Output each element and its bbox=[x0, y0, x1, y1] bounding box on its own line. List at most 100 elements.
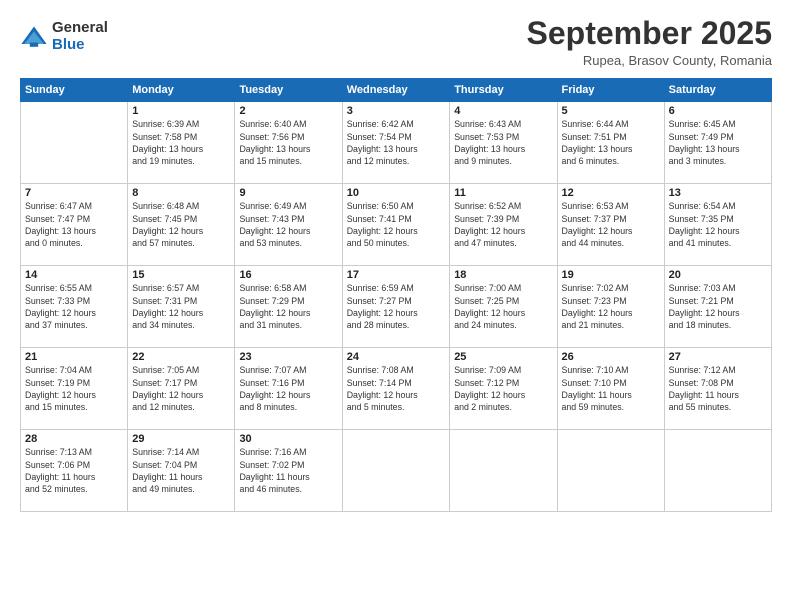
day-detail: Sunrise: 6:47 AM Sunset: 7:47 PM Dayligh… bbox=[25, 200, 123, 249]
day-number: 13 bbox=[669, 187, 767, 199]
header-row: Sunday Monday Tuesday Wednesday Thursday… bbox=[21, 79, 772, 102]
calendar-cell: 29Sunrise: 7:14 AM Sunset: 7:04 PM Dayli… bbox=[128, 430, 235, 512]
day-number: 23 bbox=[239, 351, 337, 363]
col-monday: Monday bbox=[128, 79, 235, 102]
day-number: 26 bbox=[562, 351, 660, 363]
month-title: September 2025 bbox=[527, 16, 772, 51]
day-number: 29 bbox=[132, 433, 230, 445]
day-detail: Sunrise: 6:44 AM Sunset: 7:51 PM Dayligh… bbox=[562, 118, 660, 167]
logo-icon bbox=[20, 23, 48, 51]
calendar-cell: 28Sunrise: 7:13 AM Sunset: 7:06 PM Dayli… bbox=[21, 430, 128, 512]
day-detail: Sunrise: 7:12 AM Sunset: 7:08 PM Dayligh… bbox=[669, 364, 767, 413]
day-number: 8 bbox=[132, 187, 230, 199]
calendar-cell: 5Sunrise: 6:44 AM Sunset: 7:51 PM Daylig… bbox=[557, 102, 664, 184]
day-number: 4 bbox=[454, 105, 552, 117]
day-number: 22 bbox=[132, 351, 230, 363]
logo: General Blue bbox=[20, 20, 108, 53]
day-detail: Sunrise: 7:10 AM Sunset: 7:10 PM Dayligh… bbox=[562, 364, 660, 413]
day-number: 9 bbox=[239, 187, 337, 199]
page-container: General Blue September 2025 Rupea, Braso… bbox=[0, 0, 792, 522]
day-detail: Sunrise: 6:45 AM Sunset: 7:49 PM Dayligh… bbox=[669, 118, 767, 167]
day-detail: Sunrise: 7:07 AM Sunset: 7:16 PM Dayligh… bbox=[239, 364, 337, 413]
calendar-cell: 6Sunrise: 6:45 AM Sunset: 7:49 PM Daylig… bbox=[664, 102, 771, 184]
day-detail: Sunrise: 7:08 AM Sunset: 7:14 PM Dayligh… bbox=[347, 364, 445, 413]
day-number: 16 bbox=[239, 269, 337, 281]
calendar-week-1: 7Sunrise: 6:47 AM Sunset: 7:47 PM Daylig… bbox=[21, 184, 772, 266]
day-detail: Sunrise: 7:03 AM Sunset: 7:21 PM Dayligh… bbox=[669, 282, 767, 331]
calendar-cell: 3Sunrise: 6:42 AM Sunset: 7:54 PM Daylig… bbox=[342, 102, 449, 184]
col-thursday: Thursday bbox=[450, 79, 557, 102]
day-detail: Sunrise: 6:57 AM Sunset: 7:31 PM Dayligh… bbox=[132, 282, 230, 331]
day-detail: Sunrise: 6:40 AM Sunset: 7:56 PM Dayligh… bbox=[239, 118, 337, 167]
day-number: 20 bbox=[669, 269, 767, 281]
calendar-cell: 21Sunrise: 7:04 AM Sunset: 7:19 PM Dayli… bbox=[21, 348, 128, 430]
day-number: 11 bbox=[454, 187, 552, 199]
day-detail: Sunrise: 6:55 AM Sunset: 7:33 PM Dayligh… bbox=[25, 282, 123, 331]
day-detail: Sunrise: 7:14 AM Sunset: 7:04 PM Dayligh… bbox=[132, 446, 230, 495]
day-detail: Sunrise: 6:42 AM Sunset: 7:54 PM Dayligh… bbox=[347, 118, 445, 167]
logo-general-text: General bbox=[52, 20, 108, 37]
col-tuesday: Tuesday bbox=[235, 79, 342, 102]
calendar-week-4: 28Sunrise: 7:13 AM Sunset: 7:06 PM Dayli… bbox=[21, 430, 772, 512]
day-detail: Sunrise: 6:59 AM Sunset: 7:27 PM Dayligh… bbox=[347, 282, 445, 331]
col-sunday: Sunday bbox=[21, 79, 128, 102]
calendar-cell: 17Sunrise: 6:59 AM Sunset: 7:27 PM Dayli… bbox=[342, 266, 449, 348]
calendar-cell: 13Sunrise: 6:54 AM Sunset: 7:35 PM Dayli… bbox=[664, 184, 771, 266]
day-number: 6 bbox=[669, 105, 767, 117]
day-detail: Sunrise: 7:02 AM Sunset: 7:23 PM Dayligh… bbox=[562, 282, 660, 331]
calendar-cell: 23Sunrise: 7:07 AM Sunset: 7:16 PM Dayli… bbox=[235, 348, 342, 430]
calendar-cell: 12Sunrise: 6:53 AM Sunset: 7:37 PM Dayli… bbox=[557, 184, 664, 266]
day-number: 25 bbox=[454, 351, 552, 363]
logo-text: General Blue bbox=[52, 20, 108, 53]
day-detail: Sunrise: 6:52 AM Sunset: 7:39 PM Dayligh… bbox=[454, 200, 552, 249]
day-detail: Sunrise: 6:43 AM Sunset: 7:53 PM Dayligh… bbox=[454, 118, 552, 167]
day-number: 28 bbox=[25, 433, 123, 445]
calendar-cell: 27Sunrise: 7:12 AM Sunset: 7:08 PM Dayli… bbox=[664, 348, 771, 430]
day-detail: Sunrise: 7:16 AM Sunset: 7:02 PM Dayligh… bbox=[239, 446, 337, 495]
calendar-cell bbox=[557, 430, 664, 512]
calendar-week-0: 1Sunrise: 6:39 AM Sunset: 7:58 PM Daylig… bbox=[21, 102, 772, 184]
calendar-cell: 8Sunrise: 6:48 AM Sunset: 7:45 PM Daylig… bbox=[128, 184, 235, 266]
day-detail: Sunrise: 7:00 AM Sunset: 7:25 PM Dayligh… bbox=[454, 282, 552, 331]
calendar-cell: 9Sunrise: 6:49 AM Sunset: 7:43 PM Daylig… bbox=[235, 184, 342, 266]
calendar-cell: 20Sunrise: 7:03 AM Sunset: 7:21 PM Dayli… bbox=[664, 266, 771, 348]
calendar-cell: 22Sunrise: 7:05 AM Sunset: 7:17 PM Dayli… bbox=[128, 348, 235, 430]
day-number: 19 bbox=[562, 269, 660, 281]
title-block: September 2025 Rupea, Brasov County, Rom… bbox=[527, 16, 772, 68]
calendar-cell: 25Sunrise: 7:09 AM Sunset: 7:12 PM Dayli… bbox=[450, 348, 557, 430]
day-detail: Sunrise: 6:54 AM Sunset: 7:35 PM Dayligh… bbox=[669, 200, 767, 249]
day-number: 7 bbox=[25, 187, 123, 199]
calendar-cell: 11Sunrise: 6:52 AM Sunset: 7:39 PM Dayli… bbox=[450, 184, 557, 266]
calendar-week-3: 21Sunrise: 7:04 AM Sunset: 7:19 PM Dayli… bbox=[21, 348, 772, 430]
day-detail: Sunrise: 7:05 AM Sunset: 7:17 PM Dayligh… bbox=[132, 364, 230, 413]
calendar-body: 1Sunrise: 6:39 AM Sunset: 7:58 PM Daylig… bbox=[21, 102, 772, 512]
calendar-cell: 16Sunrise: 6:58 AM Sunset: 7:29 PM Dayli… bbox=[235, 266, 342, 348]
calendar-cell: 7Sunrise: 6:47 AM Sunset: 7:47 PM Daylig… bbox=[21, 184, 128, 266]
day-number: 15 bbox=[132, 269, 230, 281]
day-detail: Sunrise: 6:53 AM Sunset: 7:37 PM Dayligh… bbox=[562, 200, 660, 249]
day-number: 5 bbox=[562, 105, 660, 117]
calendar-cell bbox=[664, 430, 771, 512]
day-number: 21 bbox=[25, 351, 123, 363]
calendar-cell: 30Sunrise: 7:16 AM Sunset: 7:02 PM Dayli… bbox=[235, 430, 342, 512]
day-number: 24 bbox=[347, 351, 445, 363]
calendar-cell: 14Sunrise: 6:55 AM Sunset: 7:33 PM Dayli… bbox=[21, 266, 128, 348]
calendar-cell: 26Sunrise: 7:10 AM Sunset: 7:10 PM Dayli… bbox=[557, 348, 664, 430]
day-detail: Sunrise: 6:50 AM Sunset: 7:41 PM Dayligh… bbox=[347, 200, 445, 249]
day-detail: Sunrise: 6:48 AM Sunset: 7:45 PM Dayligh… bbox=[132, 200, 230, 249]
day-number: 3 bbox=[347, 105, 445, 117]
day-number: 2 bbox=[239, 105, 337, 117]
calendar-cell: 24Sunrise: 7:08 AM Sunset: 7:14 PM Dayli… bbox=[342, 348, 449, 430]
col-wednesday: Wednesday bbox=[342, 79, 449, 102]
day-number: 1 bbox=[132, 105, 230, 117]
day-detail: Sunrise: 7:09 AM Sunset: 7:12 PM Dayligh… bbox=[454, 364, 552, 413]
day-detail: Sunrise: 6:39 AM Sunset: 7:58 PM Dayligh… bbox=[132, 118, 230, 167]
logo-blue-text: Blue bbox=[52, 37, 108, 54]
day-number: 10 bbox=[347, 187, 445, 199]
calendar-header: Sunday Monday Tuesday Wednesday Thursday… bbox=[21, 79, 772, 102]
day-number: 30 bbox=[239, 433, 337, 445]
day-detail: Sunrise: 7:13 AM Sunset: 7:06 PM Dayligh… bbox=[25, 446, 123, 495]
calendar-cell: 19Sunrise: 7:02 AM Sunset: 7:23 PM Dayli… bbox=[557, 266, 664, 348]
calendar-cell: 10Sunrise: 6:50 AM Sunset: 7:41 PM Dayli… bbox=[342, 184, 449, 266]
day-number: 18 bbox=[454, 269, 552, 281]
